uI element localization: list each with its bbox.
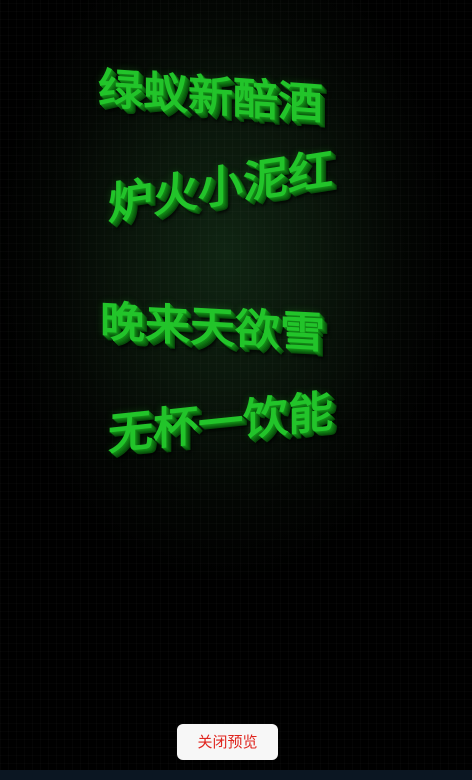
- preview-screen: 绿蚁新醅酒 炉火小泥红 晚来天欲雪 无杯一饮能 关闭预览: [0, 0, 472, 780]
- poem-line-2: 炉火小泥红: [108, 142, 334, 231]
- poem-preview: 绿蚁新醅酒 炉火小泥红 晚来天欲雪 无杯一饮能: [0, 0, 472, 700]
- poem-line-1: 绿蚁新醅酒: [98, 63, 324, 130]
- close-preview-button[interactable]: 关闭预览: [177, 724, 278, 760]
- poem-line-4: 无杯一饮能: [108, 384, 334, 461]
- poem-line-3: 晚来天欲雪: [100, 296, 326, 359]
- bottom-bar: [0, 770, 472, 780]
